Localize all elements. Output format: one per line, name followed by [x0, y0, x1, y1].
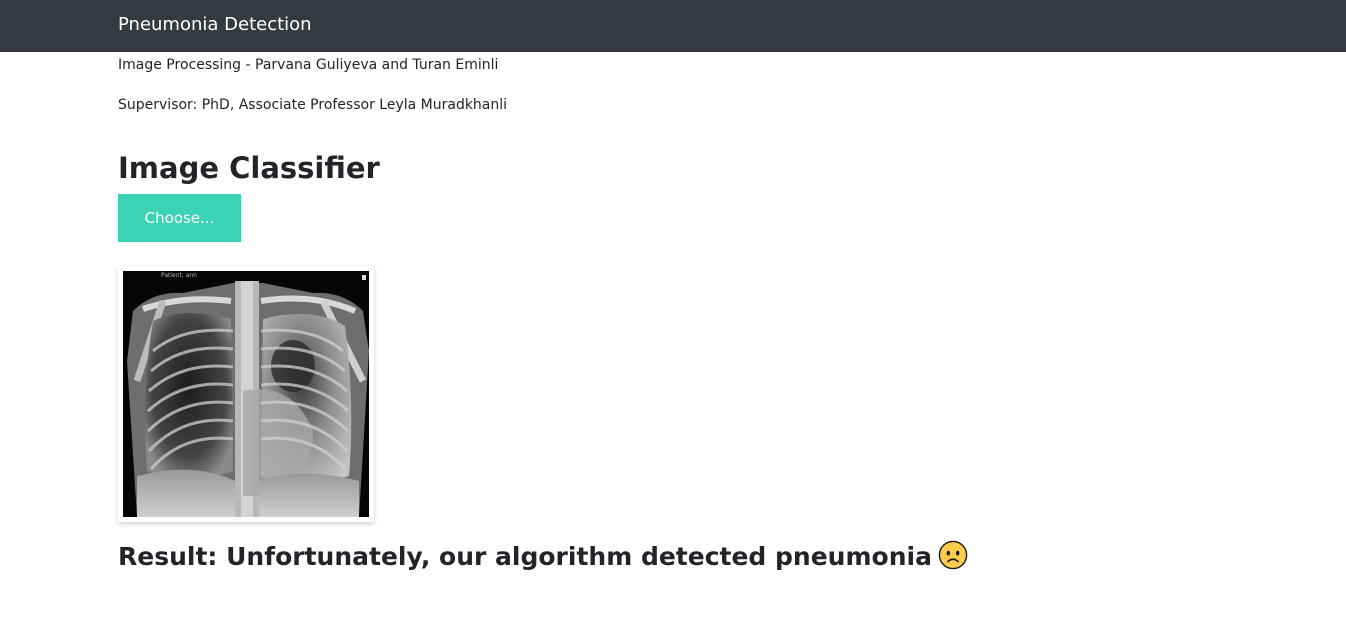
- top-navbar: Pneumonia Detection: [0, 0, 1346, 52]
- xray-corner-text: Patient, ann: [161, 272, 197, 279]
- worried-face-icon: [938, 540, 968, 570]
- supervisor-line: Supervisor: PhD, Associate Professor Ley…: [118, 97, 508, 113]
- choose-file-button[interactable]: Choose...: [118, 194, 241, 242]
- chest-xray-image: Patient, ann: [123, 271, 369, 517]
- uploaded-image-frame: Patient, ann: [118, 266, 374, 522]
- authors-line: Image Processing - Parvana Guliyeva and …: [118, 57, 499, 73]
- navbar-brand[interactable]: Pneumonia Detection: [118, 13, 312, 37]
- result-message: Result: Unfortunately, our algorithm det…: [118, 542, 932, 571]
- page-title: Image Classifier: [118, 151, 380, 185]
- result-text: Result: Unfortunately, our algorithm det…: [118, 538, 968, 576]
